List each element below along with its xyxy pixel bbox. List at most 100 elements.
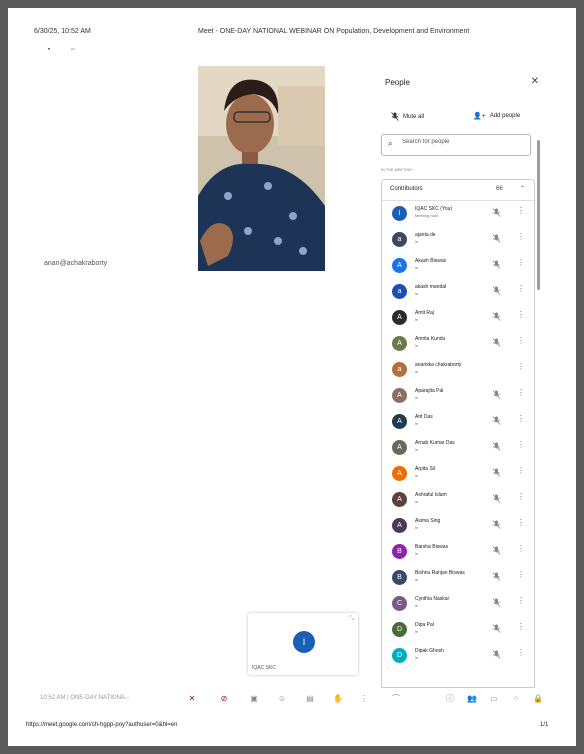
more-options-icon[interactable]: ⋮ <box>517 441 525 449</box>
mic-off-icon[interactable] <box>492 312 501 321</box>
present-icon[interactable]: ▣ <box>248 693 260 705</box>
more-options-icon[interactable]: ⋮ <box>517 597 525 605</box>
folder-icon[interactable]: ▪ <box>44 46 54 54</box>
mic-off-icon[interactable] <box>492 390 501 399</box>
participant-row[interactable]: I IQAC SKC (You) Meeting host ⋮ <box>382 201 534 227</box>
participant-row[interactable]: D Dipak Ghosh le ⋮ <box>382 643 534 669</box>
chat-icon[interactable]: ▭ <box>488 693 500 705</box>
participant-avatar: a <box>392 362 407 377</box>
mic-off-icon[interactable] <box>492 286 501 295</box>
more-options-icon[interactable]: ⋮ <box>517 467 525 475</box>
mic-off-icon[interactable] <box>492 260 501 269</box>
participant-avatar: B <box>392 570 407 585</box>
participant-subtitle: Meeting host <box>415 213 438 218</box>
contributors-header[interactable]: Contributors 66 ⌃ <box>382 180 534 201</box>
more-options-icon[interactable]: ⋮ <box>517 207 525 215</box>
leave-call-icon[interactable]: ⌒ <box>390 693 402 705</box>
participant-row[interactable]: A Arit Das le ⋮ <box>382 409 534 435</box>
search-input[interactable] <box>402 139 522 145</box>
mic-off-icon[interactable] <box>492 338 501 347</box>
more-options-icon[interactable]: ⋮ <box>517 233 525 241</box>
presenter-video-image <box>198 66 325 271</box>
section-label: IN THE MEETING <box>381 168 413 172</box>
contributors-count: 66 <box>496 186 503 192</box>
participant-row[interactable]: A Arnab Kumar Das le ⋮ <box>382 435 534 461</box>
participant-row[interactable]: A Akash Biswas le ⋮ <box>382 253 534 279</box>
mic-off-icon[interactable] <box>492 624 501 633</box>
mic-off-icon[interactable] <box>492 572 501 581</box>
self-view-tile[interactable]: ⤡ I IQAC SKC <box>248 613 358 675</box>
mic-off-icon <box>391 112 399 121</box>
mic-off-icon[interactable] <box>492 598 501 607</box>
participant-row[interactable]: A Asima Sing le ⋮ <box>382 513 534 539</box>
more-options-icon[interactable]: ⋮ <box>517 545 525 553</box>
more-options-icon[interactable]: ⋮ <box>517 415 525 423</box>
print-title: Meet - ONE-DAY NATIONAL WEBINAR ON Popul… <box>198 28 470 35</box>
chevron-up-icon[interactable]: ⌃ <box>520 185 525 192</box>
participant-name: ajanta de <box>415 232 436 238</box>
more-options-icon[interactable]: ⋮ <box>517 363 525 371</box>
camera-off-icon[interactable]: ⊘ <box>218 693 230 705</box>
participant-subtitle: le <box>415 369 419 374</box>
pip-icon[interactable]: ⇔ <box>68 46 78 54</box>
participant-name: Arit Das <box>415 414 433 420</box>
participant-name: Arpita Sil <box>415 466 436 472</box>
mic-off-icon[interactable] <box>492 468 501 477</box>
more-options-icon[interactable]: ⋮ <box>517 623 525 631</box>
mic-off-icon[interactable] <box>492 546 501 555</box>
mic-off-icon[interactable]: ✕ <box>186 693 198 705</box>
mic-off-icon[interactable] <box>492 442 501 451</box>
mic-off-icon[interactable] <box>492 520 501 529</box>
participant-row[interactable]: a anamika chakraborty le ⋮ <box>382 357 534 383</box>
participant-avatar: A <box>392 518 407 533</box>
participant-subtitle: le <box>415 421 419 426</box>
info-icon[interactable]: ⓘ <box>444 693 456 705</box>
participant-row[interactable]: A Arpita Sil le ⋮ <box>382 461 534 487</box>
participant-row[interactable]: B Barsha Biswas le ⋮ <box>382 539 534 565</box>
mute-all-button[interactable]: Mute all <box>391 112 424 121</box>
mic-off-icon[interactable] <box>492 234 501 243</box>
minimize-icon[interactable]: ⤡ <box>349 616 354 623</box>
more-options-icon[interactable]: ⋮ <box>517 389 525 397</box>
mic-off-icon[interactable] <box>492 650 501 659</box>
more-options-icon[interactable]: ⋮ <box>358 693 370 705</box>
add-people-button[interactable]: 👤+ Add people <box>473 112 520 120</box>
search-box[interactable]: ⌕ <box>381 134 531 156</box>
participant-row[interactable]: C Cynthia Naskar le ⋮ <box>382 591 534 617</box>
mic-off-icon[interactable] <box>492 208 501 217</box>
participant-avatar: A <box>392 440 407 455</box>
mic-off-icon[interactable] <box>492 494 501 503</box>
more-options-icon[interactable]: ⋮ <box>517 649 525 657</box>
more-options-icon[interactable]: ⋮ <box>517 519 525 527</box>
raise-hand-icon[interactable]: ✋ <box>332 693 344 705</box>
captions-icon[interactable]: ▤ <box>304 693 316 705</box>
more-options-icon[interactable]: ⋮ <box>517 493 525 501</box>
top-left-icons: ▪ ⇔ <box>44 46 78 54</box>
participant-row[interactable]: a akash mandal le ⋮ <box>382 279 534 305</box>
more-options-icon[interactable]: ⋮ <box>517 285 525 293</box>
participant-row[interactable]: A Amrita Kundu le ⋮ <box>382 331 534 357</box>
more-options-icon[interactable]: ⋮ <box>517 337 525 345</box>
participant-row[interactable]: A Aparajita Pal le ⋮ <box>382 383 534 409</box>
participant-row[interactable]: A Ashraful Islam le ⋮ <box>382 487 534 513</box>
activities-icon[interactable]: ⁘ <box>510 693 522 705</box>
participant-avatar: A <box>392 336 407 351</box>
emoji-icon[interactable]: ☺ <box>276 693 288 705</box>
participant-row[interactable]: D Dipa Pal le ⋮ <box>382 617 534 643</box>
lock-icon[interactable]: 🔒 <box>532 693 544 705</box>
contributors-label: Contributors <box>390 186 423 192</box>
participant-subtitle: le <box>415 473 419 478</box>
participant-row[interactable]: A Amit Raj le ⋮ <box>382 305 534 331</box>
more-options-icon[interactable]: ⋮ <box>517 571 525 579</box>
close-icon[interactable]: ✕ <box>531 76 539 87</box>
people-icon[interactable]: 👥 <box>466 693 478 705</box>
participant-row[interactable]: B Bishnu Ranjan Biswas le ⋮ <box>382 565 534 591</box>
participant-avatar: a <box>392 232 407 247</box>
mic-off-icon[interactable] <box>492 416 501 425</box>
people-scrollbar[interactable] <box>537 140 540 290</box>
participant-subtitle: le <box>415 577 419 582</box>
more-options-icon[interactable]: ⋮ <box>517 311 525 319</box>
participant-avatar: D <box>392 622 407 637</box>
participant-row[interactable]: a ajanta de le ⋮ <box>382 227 534 253</box>
more-options-icon[interactable]: ⋮ <box>517 259 525 267</box>
